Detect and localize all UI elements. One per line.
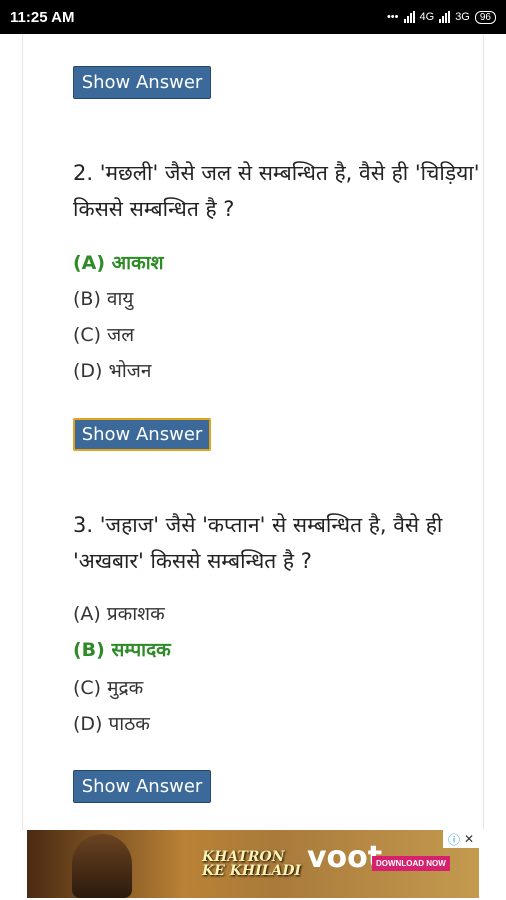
ad-brand: voot: [307, 840, 383, 875]
question-2-option-a[interactable]: (A) आकाश: [73, 249, 164, 275]
show-answer-button-2[interactable]: Show Answer: [73, 418, 211, 451]
status-icons: ••• 4G 3G 96: [386, 10, 496, 24]
question-2-option-b[interactable]: (B) वायु: [73, 285, 133, 311]
question-2-option-c[interactable]: (C) जल: [73, 321, 134, 347]
signal-icon-2: [439, 11, 451, 23]
show-answer-button-3[interactable]: Show Answer: [73, 770, 211, 803]
question-2-text: 2. 'मछली' जैसे जल से सम्बन्धित है, वैसे …: [73, 161, 480, 221]
ad-download-button[interactable]: DOWNLOAD NOW: [372, 856, 450, 871]
question-3-option-c[interactable]: (C) मुद्रक: [73, 674, 143, 700]
ad-show-logo: KHATRON KE KHILADI: [202, 850, 301, 878]
ad-logo-line-2: KE KHILADI: [202, 863, 302, 879]
network-4g-label: 4G: [419, 11, 435, 23]
content-page: Show Answer 2. 'मछली' जैसे जल से सम्बन्ध…: [22, 34, 484, 830]
question-2-option-d[interactable]: (D) भोजन: [73, 357, 151, 383]
battery-icon: 96: [474, 10, 496, 24]
ad-info-icon[interactable]: ⓘ: [448, 831, 460, 848]
question-3-option-d[interactable]: (D) पाठक: [73, 710, 150, 736]
question-3-option-a[interactable]: (A) प्रकाशक: [73, 600, 165, 626]
status-bar: 11:25 AM ••• 4G 3G 96: [0, 0, 506, 34]
ad-banner[interactable]: KHATRON KE KHILADI voot DOWNLOAD NOW ⓘ ✕: [27, 830, 479, 898]
network-3g-label: 3G: [455, 11, 470, 23]
question-3-option-b[interactable]: (B) सम्पादक: [73, 636, 171, 662]
ad-person-image: [72, 834, 132, 898]
show-answer-button-1[interactable]: Show Answer: [73, 66, 211, 99]
signal-icon: [403, 11, 415, 23]
ad-close-icon[interactable]: ✕: [464, 832, 474, 846]
question-3-text: 3. 'जहाज' जैसे 'कप्तान' से सम्बन्धित है,…: [73, 513, 443, 573]
ad-logo-line-1: KHATRON: [202, 849, 285, 865]
status-time: 11:25 AM: [10, 8, 75, 26]
more-dots-icon: •••: [386, 11, 399, 23]
ad-controls: ⓘ ✕: [443, 830, 479, 848]
